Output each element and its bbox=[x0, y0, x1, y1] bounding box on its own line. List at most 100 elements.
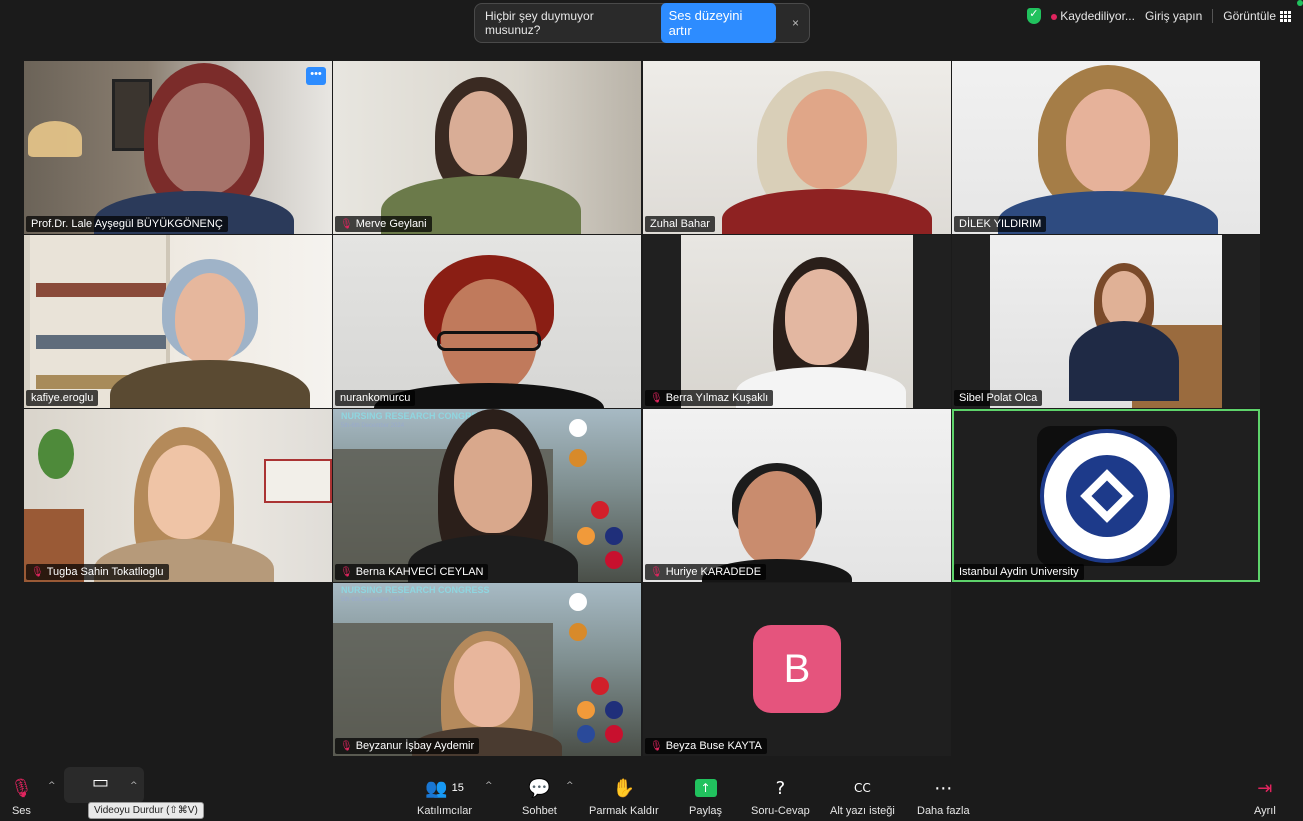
security-shield-icon[interactable] bbox=[1027, 7, 1042, 24]
participant-name: Zuhal Bahar bbox=[645, 216, 715, 232]
mic-muted-icon: 🎙 bbox=[650, 566, 663, 578]
video-tile[interactable]: 🎙 Berra Yılmaz Kuşaklı bbox=[643, 235, 951, 408]
share-label: Paylaş bbox=[689, 805, 723, 817]
qa-button[interactable]: ? Soru-Cevap bbox=[751, 775, 810, 818]
leave-button[interactable]: ⇥ Ayrıl bbox=[1254, 775, 1276, 818]
mic-muted-icon: 🎙 bbox=[340, 740, 353, 752]
view-label: Görüntüle bbox=[1223, 9, 1276, 23]
video-tile[interactable]: kafiye.eroglu bbox=[24, 235, 332, 408]
leave-label: Ayrıl bbox=[1254, 805, 1276, 817]
participant-name: Istanbul Aydin University bbox=[954, 564, 1084, 580]
participant-name: 🎙 Beyzanur İşbay Aydemir bbox=[335, 738, 480, 754]
australia-flag-icon bbox=[605, 527, 623, 545]
participant-name: 🎙 Beyza Buse KAYTA bbox=[645, 738, 767, 754]
video-tile[interactable]: Sibel Polat Olca bbox=[952, 235, 1260, 408]
congress-banner-date: 5th-6th December 2024 bbox=[341, 423, 405, 429]
audio-label: Ses bbox=[11, 805, 31, 817]
recording-dot-icon bbox=[1051, 14, 1058, 20]
participant-name: DİLEK YILDIRIM bbox=[954, 216, 1047, 232]
share-button[interactable]: ↑ Paylaş bbox=[689, 775, 722, 817]
more-options-icon[interactable]: ••• bbox=[306, 67, 326, 85]
audio-button[interactable]: 🎙 Ses bbox=[10, 775, 33, 818]
recording-label: Kaydediliyor... bbox=[1060, 9, 1135, 23]
gallery-grid-icon bbox=[1280, 10, 1291, 22]
meeting-toolbar: 🎙 Ses ^ ▭ ^ Videoyu Durdur (⇧⌘V) 👥 15 Kat… bbox=[0, 761, 1303, 821]
increase-volume-button[interactable]: Ses düzeyini artır bbox=[660, 3, 776, 43]
mic-muted-icon: 🎙 bbox=[650, 392, 663, 404]
view-button[interactable]: Görüntüle bbox=[1223, 9, 1291, 23]
university-logo-icon bbox=[569, 593, 587, 611]
participant-name: 🎙 Berna KAHVECİ CEYLAN bbox=[335, 564, 489, 580]
zoom-meeting-window: Hiçbir şey duymuyor musunuz? Ses düzeyin… bbox=[0, 0, 1303, 821]
video-tile[interactable]: 🎙 Merve Geylani bbox=[333, 61, 641, 234]
captions-button[interactable]: CC Alt yazı isteği bbox=[830, 775, 895, 817]
istanbul-aydin-seal-icon bbox=[1040, 429, 1174, 563]
mic-muted-icon: 🎙 bbox=[650, 740, 663, 752]
video-tile[interactable]: B 🎙 Beyza Buse KAYTA bbox=[643, 583, 951, 756]
turkey-flag-icon bbox=[591, 677, 609, 695]
divider bbox=[1212, 9, 1214, 23]
university-logo-icon bbox=[569, 623, 587, 641]
raise-hand-label: Parmak Kaldır bbox=[589, 805, 659, 817]
university-logo bbox=[1037, 426, 1177, 566]
share-screen-icon: ↑ bbox=[694, 775, 717, 801]
india-flag-icon bbox=[577, 701, 595, 719]
participants-label: Katılımcılar bbox=[417, 805, 473, 817]
video-options-chevron-icon[interactable]: ^ bbox=[130, 781, 138, 791]
participant-name: 🎙 Berra Yılmaz Kuşaklı bbox=[645, 390, 774, 406]
uk-flag-icon bbox=[605, 725, 623, 743]
chat-button[interactable]: 💬 Sohbet bbox=[522, 775, 557, 818]
participant-name: kafiye.eroglu bbox=[26, 390, 99, 406]
video-tile[interactable]: nurankomurcu bbox=[333, 235, 641, 408]
video-tile[interactable]: 🎙 Tugba Sahin Tokatlioglu bbox=[24, 409, 332, 582]
hand-icon: ✋ bbox=[612, 777, 636, 799]
more-label: Daha fazla bbox=[917, 805, 970, 817]
participants-button[interactable]: 👥 15 Katılımcılar bbox=[417, 775, 473, 818]
leave-door-icon: ⇥ bbox=[1257, 777, 1273, 799]
video-tile[interactable]: NURSING RESEARCH CONGRESS 5th-6th Decemb… bbox=[333, 583, 641, 756]
university-logo-icon bbox=[569, 449, 587, 467]
congress-banner-date: 5th-6th December 2024 bbox=[341, 597, 405, 603]
video-tile-active-speaker[interactable]: Istanbul Aydin University bbox=[952, 409, 1260, 582]
mic-muted-icon: 🎙 bbox=[10, 777, 33, 799]
mic-muted-icon: 🎙 bbox=[31, 566, 44, 578]
video-tile[interactable]: 🎙 Huriye KARADEDE bbox=[643, 409, 951, 582]
participants-options-chevron-icon[interactable]: ^ bbox=[485, 781, 493, 791]
chat-label: Sohbet bbox=[522, 805, 557, 817]
qa-label: Soru-Cevap bbox=[751, 805, 810, 817]
video-tile[interactable]: Zuhal Bahar bbox=[643, 61, 951, 234]
uk-flag-icon bbox=[605, 551, 623, 569]
video-tooltip: Videoyu Durdur (⇧⌘V) bbox=[88, 802, 204, 819]
university-logo-icon bbox=[569, 419, 587, 437]
video-tile[interactable]: ••• Prof.Dr. Lale Ayşegül BÜYÜKGÖNENÇ bbox=[24, 61, 332, 234]
signin-button[interactable]: Giriş yapın bbox=[1145, 9, 1202, 23]
video-tile[interactable]: NURSING RESEARCH CONGRESS 5th-6th Decemb… bbox=[333, 409, 641, 582]
more-dots-icon: ⋯ bbox=[934, 777, 953, 799]
status-dot bbox=[1297, 0, 1303, 6]
mic-muted-icon: 🎙 bbox=[340, 566, 353, 578]
participant-name: 🎙 Merve Geylani bbox=[335, 216, 432, 232]
more-button[interactable]: ⋯ Daha fazla bbox=[917, 775, 970, 818]
notification-message: Hiçbir şey duymuyor musunuz? bbox=[485, 9, 594, 37]
participant-name: 🎙 Tugba Sahin Tokatlioglu bbox=[26, 564, 169, 580]
captions-label: Alt yazı isteği bbox=[830, 805, 895, 817]
chat-options-chevron-icon[interactable]: ^ bbox=[566, 781, 574, 791]
participant-count: 15 bbox=[451, 782, 464, 794]
raise-hand-button[interactable]: ✋ Parmak Kaldır bbox=[589, 775, 659, 818]
participant-name: nurankomurcu bbox=[335, 390, 416, 406]
usa-flag-icon bbox=[577, 725, 595, 743]
india-flag-icon bbox=[577, 527, 595, 545]
participants-icon: 👥 15 bbox=[425, 777, 464, 799]
recording-indicator[interactable]: Kaydediliyor... bbox=[1051, 9, 1135, 23]
audio-notification: Hiçbir şey duymuyor musunuz? Ses düzeyin… bbox=[474, 3, 810, 43]
close-notification-button[interactable]: × bbox=[792, 16, 799, 30]
top-right-bar: Kaydediliyor... Giriş yapın Görüntüle bbox=[1027, 6, 1291, 26]
audio-options-chevron-icon[interactable]: ^ bbox=[48, 781, 56, 791]
video-camera-icon: ▭ bbox=[92, 771, 110, 793]
closed-captions-icon: CC bbox=[854, 781, 871, 795]
congress-banner-title: NURSING RESEARCH CONGRESS bbox=[341, 585, 490, 595]
video-tile[interactable]: DİLEK YILDIRIM bbox=[952, 61, 1260, 234]
mic-muted-icon: 🎙 bbox=[340, 218, 353, 230]
participant-name: 🎙 Huriye KARADEDE bbox=[645, 564, 767, 580]
question-icon: ? bbox=[775, 777, 786, 799]
